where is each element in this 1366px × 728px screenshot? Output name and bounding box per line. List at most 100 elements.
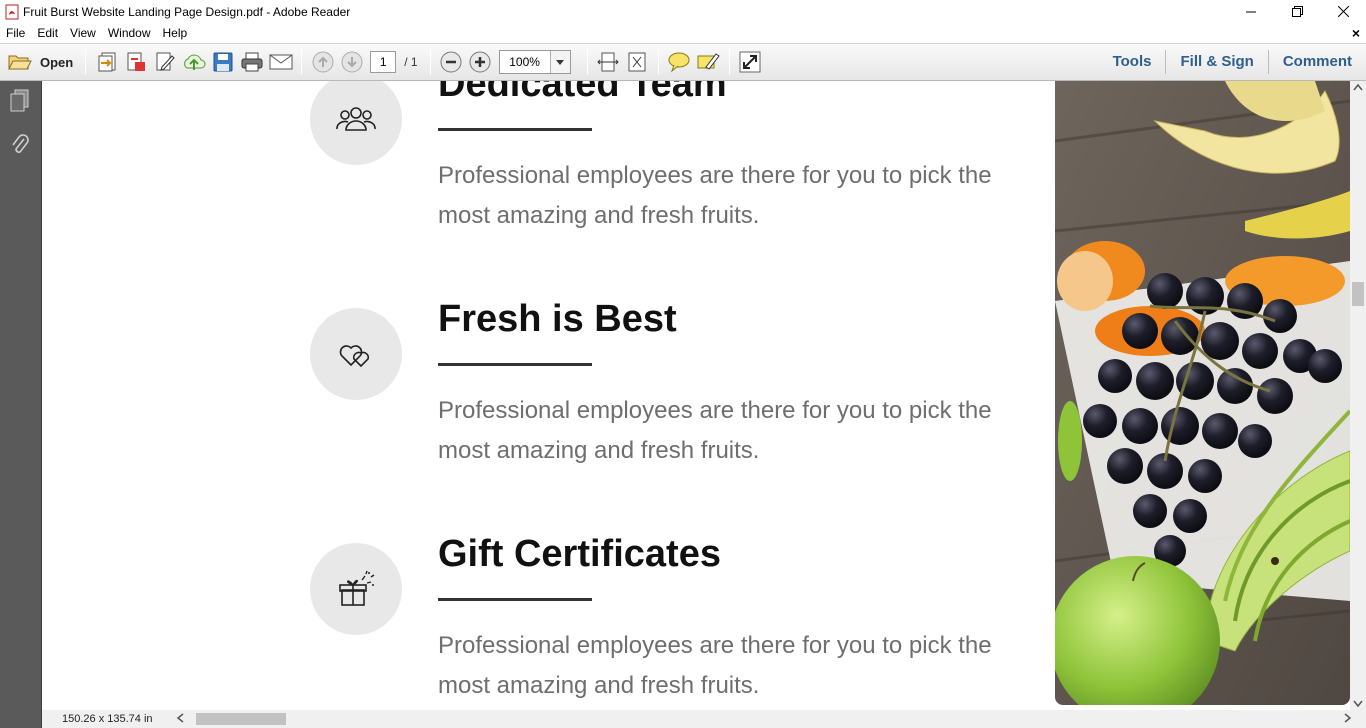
menu-bar: File Edit View Window Help × (0, 23, 1366, 43)
open-label: Open (40, 54, 74, 70)
email-button[interactable] (266, 48, 295, 76)
toolbar-separator (301, 49, 303, 75)
minimize-icon (1246, 11, 1256, 12)
feature-divider (438, 363, 592, 366)
expand-icon (739, 51, 761, 73)
minimize-button[interactable] (1228, 0, 1274, 23)
close-document-button[interactable]: × (1352, 25, 1360, 41)
export-pdf-icon (127, 52, 145, 71)
feature-description: Professional employees are there for you… (438, 162, 992, 229)
highlight-text-button[interactable] (694, 48, 723, 76)
menu-edit[interactable]: Edit (31, 23, 64, 43)
fit-page-button[interactable] (623, 48, 652, 76)
feature-title: Gift Certificates (438, 533, 721, 575)
attachments-button[interactable] (8, 133, 32, 157)
zoom-in-button[interactable] (466, 48, 495, 76)
feature-divider (438, 128, 592, 131)
feature-description: Professional employees are there for you… (438, 397, 992, 464)
sticky-note-button[interactable] (665, 48, 694, 76)
page-number-input[interactable]: 1 (370, 51, 397, 73)
document-viewport[interactable]: Dedicated Team Professional employees ar… (42, 81, 1350, 710)
scroll-up-arrow-icon[interactable] (1353, 83, 1363, 91)
printer-icon (241, 52, 263, 72)
menu-help[interactable]: Help (157, 23, 194, 43)
arrow-down-circle-icon (341, 51, 363, 73)
horizontal-scroll-thumb[interactable] (196, 713, 286, 725)
edit-pdf-icon (156, 52, 175, 71)
edit-pdf-button[interactable] (150, 48, 179, 76)
scroll-right-arrow-icon[interactable] (1344, 713, 1352, 723)
vertical-scroll-thumb[interactable] (1352, 282, 1364, 306)
feature-title: Dedicated Team (438, 81, 727, 105)
navigation-pane (0, 81, 42, 728)
page-dimensions: 150.26 x 135.74 in (62, 713, 153, 725)
close-window-button[interactable] (1320, 0, 1366, 23)
toolbar-separator (586, 49, 588, 75)
hearts-icon (339, 345, 370, 368)
fit-page-icon (628, 52, 646, 72)
export-pdf-button[interactable] (121, 48, 150, 76)
menu-window[interactable]: Window (102, 23, 157, 43)
zoom-out-button[interactable] (437, 48, 466, 76)
feature-icon-circle (310, 81, 402, 165)
plus-circle-icon (469, 51, 491, 73)
print-button[interactable] (237, 48, 266, 76)
save-button[interactable] (208, 48, 237, 76)
restore-icon (1291, 6, 1303, 17)
scroll-left-arrow-icon[interactable] (176, 713, 184, 723)
vertical-scrollbar[interactable] (1350, 81, 1366, 710)
gift-icon (339, 570, 375, 606)
arrow-up-circle-icon (312, 51, 334, 73)
feature-divider (438, 598, 592, 601)
paperclip-icon (12, 134, 29, 153)
create-pdf-button[interactable] (92, 48, 121, 76)
menu-view[interactable]: View (64, 23, 102, 43)
toolbar-separator (85, 49, 87, 75)
full-screen-button[interactable] (736, 48, 765, 76)
status-bar: 150.26 x 135.74 in (42, 710, 1366, 728)
right-panel-tabs: Tools Fill & Sign Comment (1099, 44, 1366, 80)
menu-file[interactable]: File (0, 23, 31, 43)
envelope-icon (269, 54, 293, 70)
feature-description: Professional employees are there for you… (438, 632, 992, 699)
feature-title: Fresh is Best (438, 298, 677, 340)
folder-icon (8, 55, 32, 70)
title-bar: Fruit Burst Website Landing Page Design.… (0, 0, 1366, 23)
fruit-platter-image (1055, 81, 1350, 705)
tab-fill-sign[interactable]: Fill & Sign (1166, 50, 1267, 74)
chevron-down-icon (549, 51, 570, 73)
minus-circle-icon (440, 51, 462, 73)
toolbar-separator (657, 49, 659, 75)
cloud-upload-icon (183, 54, 206, 70)
zoom-select[interactable]: 100% (498, 50, 571, 74)
pages-icon (10, 89, 29, 112)
save-icon (213, 52, 233, 72)
restore-button[interactable] (1274, 0, 1320, 23)
speech-bubble-icon (668, 52, 690, 73)
pdf-file-icon (5, 4, 19, 19)
feature-icon-circle (310, 308, 402, 400)
zoom-value: 100% (509, 55, 540, 69)
toolbar-separator (429, 49, 431, 75)
upload-cloud-button[interactable] (179, 48, 208, 76)
tab-comment[interactable]: Comment (1269, 50, 1366, 74)
main-toolbar: Open 1 / 1 100% Tools Fill & Sign Commen… (0, 43, 1366, 81)
horizontal-scrollbar[interactable] (170, 710, 1366, 728)
tab-tools[interactable]: Tools (1099, 50, 1166, 74)
fit-width-button[interactable] (594, 48, 623, 76)
open-button[interactable]: Open (0, 52, 79, 72)
create-pdf-icon (98, 52, 116, 72)
window-controls (1228, 0, 1366, 23)
toolbar-separator (728, 49, 730, 75)
scroll-down-arrow-icon[interactable] (1353, 700, 1363, 708)
next-page-button[interactable] (337, 48, 366, 76)
page-thumbnails-button[interactable] (8, 89, 32, 113)
close-icon (1337, 6, 1349, 17)
feature-icon-circle (310, 543, 402, 635)
window-title: Fruit Burst Website Landing Page Design.… (23, 4, 351, 19)
team-icon (336, 107, 376, 131)
fit-width-icon (597, 52, 619, 72)
highlighter-icon (697, 53, 720, 70)
page-total: / 1 (404, 55, 418, 69)
previous-page-button[interactable] (308, 48, 337, 76)
